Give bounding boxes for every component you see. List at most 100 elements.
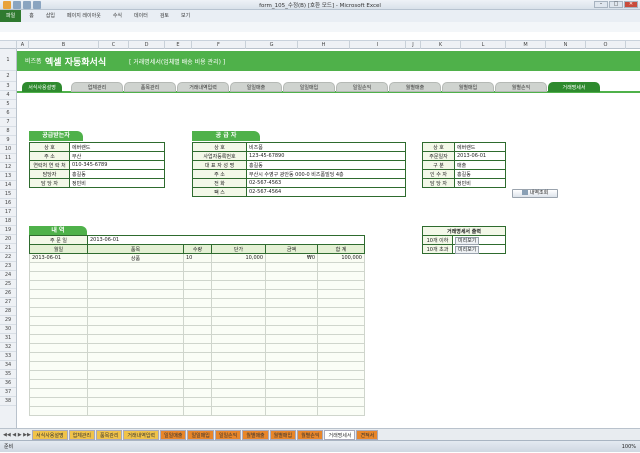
ledger-empty-cell[interactable]: [29, 271, 88, 281]
ledger-empty-cell[interactable]: [211, 307, 266, 317]
tab-data[interactable]: 데이터: [128, 10, 154, 22]
sheet-tab[interactable]: 월별손익: [297, 429, 324, 440]
column-header[interactable]: D: [129, 41, 165, 49]
receiver-address-cell[interactable]: 부산: [69, 151, 165, 161]
ledger-empty-cell[interactable]: [317, 325, 365, 335]
tab-home[interactable]: 홈: [23, 10, 40, 22]
ledger-empty-cell[interactable]: [265, 370, 318, 380]
sheet-tab[interactable]: 서식사용설명: [32, 429, 68, 440]
ledger-empty-cell[interactable]: [183, 262, 212, 272]
ledger-empty-cell[interactable]: [265, 307, 318, 317]
cell-item[interactable]: 상품: [87, 253, 184, 263]
row-header[interactable]: 11: [0, 154, 16, 163]
ledger-empty-cell[interactable]: [211, 361, 266, 371]
row-header[interactable]: 22: [0, 253, 16, 262]
cell-qty[interactable]: 10: [183, 253, 212, 263]
ledger-empty-cell[interactable]: [211, 352, 266, 362]
ledger-empty-cell[interactable]: [29, 316, 88, 326]
ledger-empty-cell[interactable]: [29, 361, 88, 371]
ledger-empty-cell[interactable]: [265, 271, 318, 281]
ledger-empty-cell[interactable]: [29, 325, 88, 335]
ledger-empty-cell[interactable]: [211, 397, 266, 407]
row-header[interactable]: 37: [0, 388, 16, 397]
sheet-tab[interactable]: 견적서: [356, 429, 379, 440]
tab-page-layout[interactable]: 페이지 레이아웃: [61, 10, 107, 22]
nav-monthly-sales[interactable]: 월별매출: [389, 82, 441, 92]
row-header[interactable]: 15: [0, 190, 16, 199]
row-header[interactable]: 31: [0, 334, 16, 343]
ledger-empty-cell[interactable]: [183, 334, 212, 344]
lookup-name-cell[interactable]: 에버랜드: [454, 142, 506, 152]
nav-monthly-profit[interactable]: 월별손익: [495, 82, 547, 92]
ledger-empty-cell[interactable]: [265, 397, 318, 407]
row-header[interactable]: 25: [0, 280, 16, 289]
ledger-empty-cell[interactable]: [87, 379, 184, 389]
ledger-empty-cell[interactable]: [183, 406, 212, 416]
ledger-empty-cell[interactable]: [87, 352, 184, 362]
row-header[interactable]: 2: [0, 71, 16, 82]
ledger-empty-cell[interactable]: [211, 280, 266, 290]
sheet-tab[interactable]: 일일매출: [160, 429, 187, 440]
receiver-name-cell[interactable]: 에버랜드: [69, 142, 165, 152]
summary-value[interactable]: 2013-06-01: [87, 235, 365, 245]
ledger-empty-cell[interactable]: [317, 361, 365, 371]
ledger-empty-cell[interactable]: [183, 388, 212, 398]
ledger-empty-cell[interactable]: [183, 343, 212, 353]
tab-review[interactable]: 검토: [154, 10, 175, 22]
ledger-empty-cell[interactable]: [183, 307, 212, 317]
ledger-empty-cell[interactable]: [211, 334, 266, 344]
ledger-empty-cell[interactable]: [265, 289, 318, 299]
cell-price[interactable]: 10,000: [211, 253, 266, 263]
column-header[interactable]: G: [246, 41, 298, 49]
ledger-empty-cell[interactable]: [29, 352, 88, 362]
ledger-empty-cell[interactable]: [317, 352, 365, 362]
row-header[interactable]: 7: [0, 118, 16, 127]
row-header[interactable]: 27: [0, 298, 16, 307]
ledger-empty-cell[interactable]: [183, 370, 212, 380]
column-header[interactable]: A: [17, 41, 29, 49]
row-header[interactable]: 26: [0, 289, 16, 298]
ledger-empty-cell[interactable]: [29, 262, 88, 272]
sheet-tab[interactable]: 업체관리: [68, 429, 96, 440]
sheet-tab-active[interactable]: 거래명세서: [324, 429, 356, 440]
row-header[interactable]: 17: [0, 208, 16, 217]
preview-button-large[interactable]: 미리보기: [455, 245, 480, 254]
ledger-empty-cell[interactable]: [317, 388, 365, 398]
ledger-empty-cell[interactable]: [87, 361, 184, 371]
supplier-address-cell[interactable]: 부산시 수영구 광안동 000-0 비즈폼빌딩 4층: [246, 169, 406, 179]
row-header[interactable]: 13: [0, 172, 16, 181]
ledger-empty-cell[interactable]: [265, 379, 318, 389]
row-header[interactable]: 24: [0, 271, 16, 280]
ledger-empty-cell[interactable]: [87, 271, 184, 281]
column-header[interactable]: O: [586, 41, 626, 49]
tab-insert[interactable]: 삽입: [40, 10, 61, 22]
ledger-empty-cell[interactable]: [87, 325, 184, 335]
sheet-tab[interactable]: 월별매출: [242, 429, 269, 440]
nav-monthly-purchase[interactable]: 월별매입: [442, 82, 494, 92]
ledger-empty-cell[interactable]: [87, 307, 184, 317]
row-header[interactable]: 16: [0, 199, 16, 208]
ledger-empty-cell[interactable]: [317, 316, 365, 326]
row-header[interactable]: 38: [0, 397, 16, 406]
formula-bar[interactable]: [0, 32, 640, 41]
ledger-empty-cell[interactable]: [211, 370, 266, 380]
ledger-empty-cell[interactable]: [265, 388, 318, 398]
ledger-empty-cell[interactable]: [29, 307, 88, 317]
ledger-empty-cell[interactable]: [265, 298, 318, 308]
ledger-empty-cell[interactable]: [265, 262, 318, 272]
row-header[interactable]: 4: [0, 91, 16, 100]
ledger-empty-cell[interactable]: [317, 379, 365, 389]
column-header[interactable]: E: [165, 41, 192, 49]
ledger-empty-cell[interactable]: [317, 343, 365, 353]
ledger-empty-cell[interactable]: [211, 271, 266, 281]
ledger-empty-cell[interactable]: [317, 406, 365, 416]
row-header[interactable]: 32: [0, 343, 16, 352]
nav-invoice[interactable]: 거래명세서: [548, 82, 600, 92]
row-header[interactable]: 23: [0, 262, 16, 271]
ledger-empty-cell[interactable]: [211, 289, 266, 299]
ledger-empty-cell[interactable]: [265, 406, 318, 416]
preview-button-small[interactable]: 미리보기: [455, 236, 480, 245]
receiver-recipient-cell[interactable]: 홍길동: [69, 169, 165, 179]
row-header[interactable]: 1: [0, 49, 16, 71]
row-header[interactable]: 10: [0, 145, 16, 154]
